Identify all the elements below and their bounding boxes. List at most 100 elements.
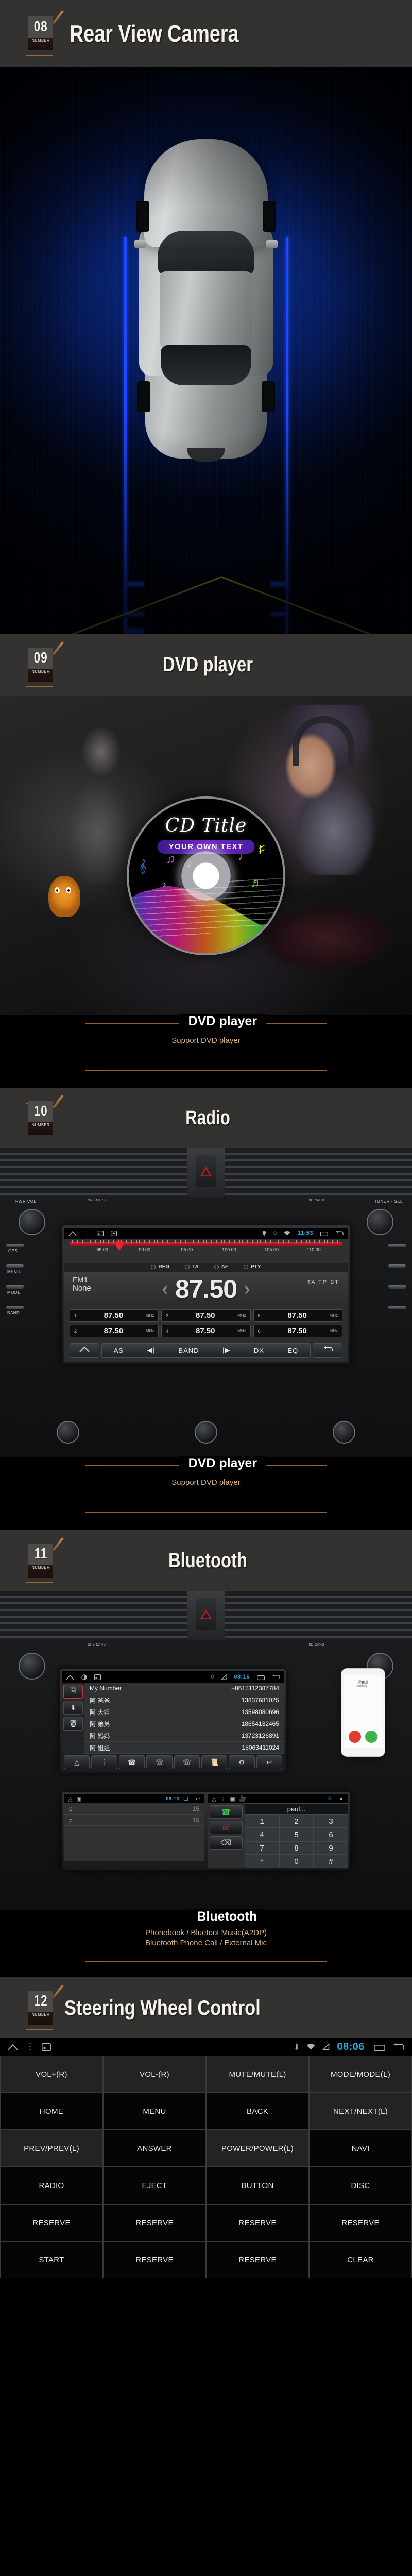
swc-button[interactable]: ANSWER bbox=[103, 2130, 206, 2167]
swc-button[interactable]: RESERVE bbox=[0, 2204, 103, 2241]
tuner-scale-bar[interactable]: 85.00 90.00 95.00 100.00 105.00 110.00 bbox=[64, 1239, 348, 1263]
recents-icon[interactable] bbox=[374, 2043, 385, 2051]
seek-prev-icon[interactable]: ◀| bbox=[147, 1346, 155, 1354]
chevron-left-icon[interactable]: ‹ bbox=[162, 1279, 168, 1299]
home-button[interactable] bbox=[70, 1343, 99, 1358]
home-icon[interactable] bbox=[66, 1674, 74, 1680]
dial-key[interactable]: 6 bbox=[314, 1828, 348, 1841]
back-icon[interactable] bbox=[392, 2043, 405, 2051]
swc-button[interactable]: VOL-(R) bbox=[103, 2056, 206, 2093]
swc-button[interactable]: VOL+(R) bbox=[0, 2056, 103, 2093]
back-icon[interactable]: ↩ bbox=[256, 1755, 282, 1769]
list-item[interactable]: 阿 姐姐 15063411024 bbox=[84, 1742, 284, 1754]
call-end-icon[interactable]: ☏ bbox=[210, 1821, 243, 1834]
panel-button[interactable] bbox=[6, 1264, 24, 1268]
band-button[interactable]: BAND bbox=[178, 1347, 199, 1354]
dial-key[interactable]: 1 bbox=[245, 1815, 279, 1828]
list-item[interactable]: 阿 大姐 13598080696 bbox=[84, 1706, 284, 1718]
dialer-number-display[interactable]: paul... bbox=[245, 1803, 348, 1815]
screenshot-icon[interactable] bbox=[97, 1230, 104, 1236]
back-icon[interactable] bbox=[335, 1230, 344, 1236]
backspace-icon[interactable]: ⌫ bbox=[210, 1836, 243, 1850]
dx-button[interactable]: DX bbox=[254, 1347, 264, 1354]
rds-button-ta[interactable]: TA bbox=[185, 1264, 199, 1270]
swc-button[interactable]: RADIO bbox=[0, 2167, 103, 2204]
eq-button[interactable]: EQ bbox=[287, 1347, 298, 1354]
preset-button[interactable]: 2 87.50 MHz bbox=[70, 1325, 159, 1337]
climate-knob-right[interactable] bbox=[333, 1421, 355, 1444]
call-answer-icon[interactable] bbox=[365, 1731, 377, 1743]
dial-key[interactable]: 7 bbox=[245, 1841, 279, 1855]
swc-button[interactable]: RESERVE bbox=[103, 2204, 206, 2241]
dial-key[interactable]: 5 bbox=[279, 1828, 314, 1841]
overflow-menu-icon[interactable]: ⋮ bbox=[220, 1795, 226, 1802]
back-icon[interactable]: ↩ bbox=[196, 1795, 200, 1802]
dial-key[interactable]: * bbox=[245, 1855, 279, 1868]
rds-button-af[interactable]: AF bbox=[214, 1264, 228, 1270]
call-log-icon[interactable]: ☏ bbox=[174, 1755, 200, 1769]
swc-button[interactable]: RESERVE bbox=[206, 2204, 309, 2241]
dial-key[interactable]: # bbox=[314, 1855, 348, 1868]
screenshot-icon[interactable] bbox=[94, 1674, 101, 1680]
screenshot-icon[interactable]: ▣ bbox=[230, 1795, 235, 1802]
call-end-icon[interactable]: ☏ bbox=[146, 1755, 173, 1769]
video-icon[interactable]: 🎥 bbox=[239, 1795, 247, 1802]
recents-icon[interactable] bbox=[320, 1231, 328, 1236]
back-button[interactable] bbox=[313, 1343, 342, 1358]
swc-button[interactable]: MENU bbox=[103, 2093, 206, 2130]
preset-button[interactable]: 3 87.50 MHz bbox=[161, 1309, 251, 1322]
tuner-knob[interactable] bbox=[367, 1209, 393, 1235]
back-icon[interactable] bbox=[272, 1674, 280, 1680]
home-icon[interactable]: △ bbox=[68, 1795, 72, 1802]
dial-key[interactable]: 8 bbox=[279, 1841, 314, 1855]
swc-button[interactable]: EJECT bbox=[103, 2167, 206, 2204]
climate-knob-left[interactable] bbox=[57, 1421, 79, 1444]
swc-button[interactable]: DISC bbox=[309, 2167, 412, 2204]
swc-button[interactable]: MODE/MODE(L) bbox=[309, 2056, 412, 2093]
climate-knob-center[interactable] bbox=[195, 1421, 217, 1444]
swc-button[interactable]: CLEAR bbox=[309, 2241, 412, 2278]
preset-button[interactable]: 6 87.50 MHz bbox=[253, 1325, 342, 1337]
swc-button[interactable]: NEXT/NEXT(L) bbox=[309, 2093, 412, 2130]
overflow-menu-icon[interactable]: ⋮ bbox=[26, 2042, 35, 2052]
rds-button-pty[interactable]: PTY bbox=[244, 1264, 261, 1270]
overflow-menu-icon[interactable]: ⋮ bbox=[84, 1230, 90, 1237]
swc-button[interactable]: BUTTON bbox=[206, 2167, 309, 2204]
dial-key[interactable]: 2 bbox=[279, 1815, 314, 1828]
brightness-icon[interactable] bbox=[81, 1674, 87, 1680]
swc-button[interactable]: BACK bbox=[206, 2093, 309, 2130]
list-item[interactable]: 阿 妈妈 13723126891 bbox=[84, 1730, 284, 1742]
panel-button[interactable] bbox=[6, 1285, 24, 1289]
home-icon[interactable]: △ bbox=[212, 1795, 216, 1802]
download-icon[interactable]: ⬇ bbox=[63, 1701, 83, 1715]
eject-icon[interactable] bbox=[111, 1230, 117, 1236]
hazard-light-button[interactable] bbox=[196, 1598, 216, 1630]
home-icon[interactable] bbox=[68, 1231, 77, 1236]
chevron-right-icon[interactable]: › bbox=[244, 1279, 250, 1299]
dial-key[interactable]: 3 bbox=[314, 1815, 348, 1828]
panel-button-play[interactable] bbox=[388, 1285, 406, 1289]
swc-button[interactable]: RESERVE bbox=[309, 2204, 412, 2241]
panel-button-prev[interactable] bbox=[388, 1264, 406, 1268]
home-icon[interactable] bbox=[7, 2043, 19, 2051]
swc-button[interactable]: NAVI bbox=[309, 2130, 412, 2167]
gear-icon[interactable]: ⚙ bbox=[229, 1755, 255, 1769]
panel-button[interactable] bbox=[6, 1306, 24, 1309]
call-answer-icon[interactable]: ☎ bbox=[210, 1805, 243, 1819]
dial-key[interactable]: 4 bbox=[245, 1828, 279, 1841]
call-history-list[interactable]: p 15 p 15 bbox=[64, 1803, 204, 1861]
recents-icon[interactable]: ☐ bbox=[183, 1795, 188, 1802]
swc-button[interactable]: RESERVE bbox=[206, 2241, 309, 2278]
preset-button[interactable]: 5 87.50 MHz bbox=[253, 1309, 342, 1322]
volume-knob[interactable] bbox=[19, 1653, 45, 1680]
home-icon[interactable]: △ bbox=[64, 1755, 90, 1769]
swc-button[interactable]: PREV/PREV(L) bbox=[0, 2130, 103, 2167]
contact-list[interactable]: My Number +8615112387784 阿 爸爸 13837681025 … bbox=[84, 1683, 284, 1754]
overflow-menu-icon[interactable]: ⋮ bbox=[91, 1755, 117, 1769]
screenshot-icon[interactable] bbox=[42, 2043, 51, 2051]
swc-button[interactable]: RESERVE bbox=[103, 2241, 206, 2278]
panel-button-next[interactable] bbox=[388, 1244, 406, 1247]
call-end-icon[interactable] bbox=[349, 1731, 361, 1743]
rds-button-reg[interactable]: REG bbox=[151, 1264, 169, 1270]
panel-button[interactable] bbox=[6, 1244, 24, 1247]
